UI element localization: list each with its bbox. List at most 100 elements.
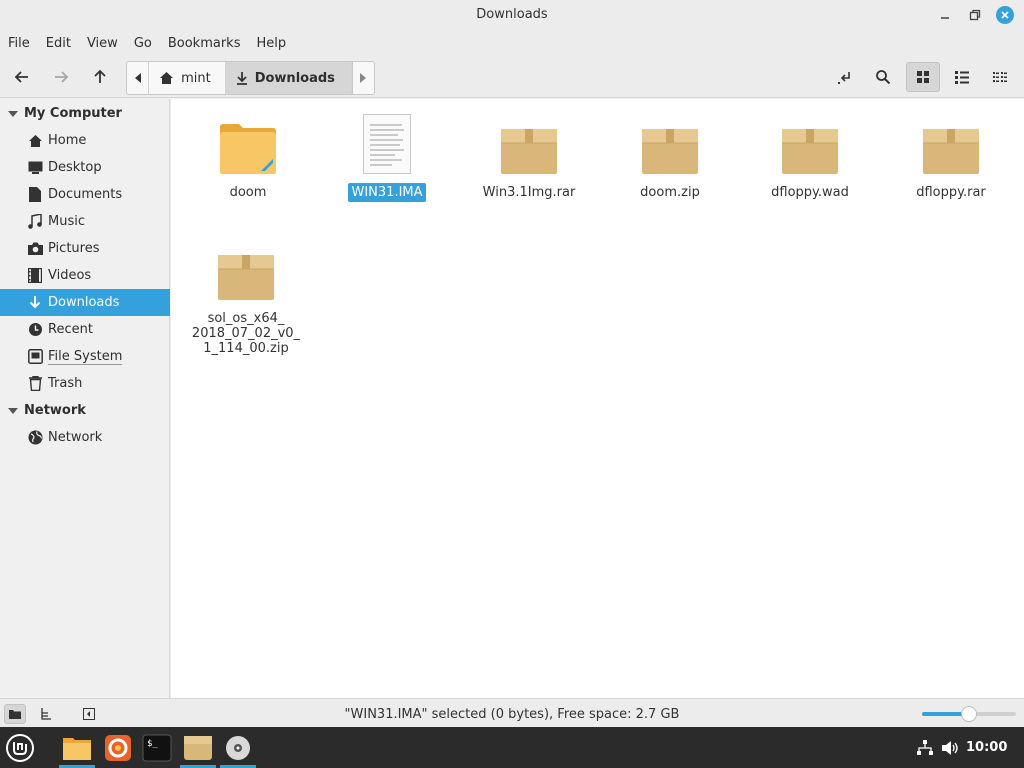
file-item-doom[interactable]: doom xyxy=(183,109,313,202)
close-button[interactable] xyxy=(996,6,1014,24)
sidebar-item-pictures[interactable]: Pictures xyxy=(0,235,170,262)
up-button[interactable] xyxy=(85,62,115,92)
forward-button[interactable] xyxy=(46,62,76,92)
file-item-win31-ima[interactable]: WIN31.IMA xyxy=(322,109,452,202)
archive-box-icon xyxy=(775,109,845,175)
expander-icon xyxy=(8,407,18,414)
menu-file[interactable]: File xyxy=(8,36,30,51)
sidebar-item-documents[interactable]: Documents xyxy=(0,181,170,208)
svg-text:$_: $_ xyxy=(147,739,158,749)
music-icon xyxy=(28,214,42,229)
speaker-icon xyxy=(942,741,958,755)
close-icon xyxy=(1001,11,1009,19)
compact-list-icon xyxy=(993,72,1007,82)
archive-box-icon xyxy=(916,109,986,175)
sidebar-item-label: Home xyxy=(48,133,87,148)
sidebar-item-label: Desktop xyxy=(48,160,102,175)
home-icon xyxy=(160,72,174,84)
sidebar-item-label: Pictures xyxy=(48,241,100,256)
mint-menu-button[interactable] xyxy=(2,731,38,764)
compact-view-button[interactable] xyxy=(985,62,1015,92)
section-label: My Computer xyxy=(24,106,122,121)
zoom-slider[interactable] xyxy=(922,706,1016,722)
sidebar-item-label: Trash xyxy=(48,376,83,391)
folder-icon xyxy=(63,737,91,760)
triangle-right-icon xyxy=(360,73,367,83)
taskbar: $_ 10:00 xyxy=(0,727,1024,768)
download-icon xyxy=(29,296,41,309)
file-label: dfloppy.rar xyxy=(916,185,986,200)
sidebar-item-videos[interactable]: Videos xyxy=(0,262,170,289)
expander-icon xyxy=(8,110,18,117)
network-wired-icon xyxy=(917,740,933,755)
sidebar-item-desktop[interactable]: Desktop xyxy=(0,154,170,181)
download-icon xyxy=(236,72,247,85)
sidebar-item-label: Recent xyxy=(48,322,93,337)
trash-icon xyxy=(28,376,42,391)
search-button[interactable] xyxy=(868,62,898,92)
sidebar-item-label: Documents xyxy=(48,187,123,202)
list-view-button[interactable] xyxy=(947,62,977,92)
file-label: WIN31.IMA xyxy=(348,183,426,202)
search-icon xyxy=(876,70,891,85)
file-view[interactable]: doom WIN31.IMA Win3.1Img.rar doom.zip df… xyxy=(171,99,1024,698)
sidebar-section-network[interactable]: Network xyxy=(0,397,170,424)
breadcrumb-label: mint xyxy=(181,70,211,86)
taskbar-firefox-button[interactable] xyxy=(100,731,136,764)
file-item-sol-os-zip[interactable]: sol_os_x64_ 2018_07_02_v0_ 1_114_00.zip xyxy=(181,235,311,358)
sidebar-item-label: Network xyxy=(48,430,103,445)
breadcrumb-label: Downloads xyxy=(254,70,335,86)
icon-view-button[interactable] xyxy=(906,62,940,92)
home-icon xyxy=(28,134,42,147)
sidebar-item-trash[interactable]: Trash xyxy=(0,370,170,397)
sidebar-item-recent[interactable]: Recent xyxy=(0,316,170,343)
arrow-right-icon xyxy=(55,71,69,83)
archive-box-icon xyxy=(494,109,564,175)
back-button[interactable] xyxy=(7,62,37,92)
triangle-left-icon xyxy=(134,73,141,83)
sidebar-item-downloads[interactable]: Downloads xyxy=(0,289,170,316)
title-bar: Downloads xyxy=(0,0,1024,30)
window-title: Downloads xyxy=(476,7,548,22)
menu-bookmarks[interactable]: Bookmarks xyxy=(168,36,241,51)
sidebar-item-file-system[interactable]: File System xyxy=(0,343,170,370)
menu-edit[interactable]: Edit xyxy=(46,36,71,51)
taskbar-files-button[interactable] xyxy=(59,731,95,768)
volume-tray-icon[interactable] xyxy=(941,739,959,757)
zoom-slider-handle[interactable] xyxy=(961,706,977,722)
film-icon xyxy=(28,268,42,283)
minimize-button[interactable] xyxy=(936,6,954,24)
archive-box-icon xyxy=(184,735,212,760)
status-message: "WIN31.IMA" selected (0 bytes), Free spa… xyxy=(344,707,680,722)
taskbar-disc-button[interactable] xyxy=(220,731,256,768)
section-label: Network xyxy=(24,403,86,418)
taskbar-archive-manager-button[interactable] xyxy=(180,731,216,768)
sidebar-section-my-computer[interactable]: My Computer xyxy=(0,100,170,127)
file-label: doom xyxy=(229,185,267,200)
file-item-dfloppy-wad[interactable]: dfloppy.wad xyxy=(745,109,875,202)
sidebar-item-label: Downloads xyxy=(48,295,120,310)
file-item-doom-zip[interactable]: doom.zip xyxy=(605,109,735,202)
toggle-location-button[interactable] xyxy=(830,62,860,92)
sidebar-item-home[interactable]: Home xyxy=(0,127,170,154)
minimize-icon xyxy=(941,17,949,19)
menu-go[interactable]: Go xyxy=(134,36,152,51)
sidebar-item-music[interactable]: Music xyxy=(0,208,170,235)
toolbar: mint Downloads xyxy=(0,56,1024,98)
file-item-dfloppy-rar[interactable]: dfloppy.rar xyxy=(886,109,1016,202)
path-scroll-left-button[interactable] xyxy=(127,62,150,94)
network-tray-icon[interactable] xyxy=(916,739,934,757)
sidebar-item-network[interactable]: Network xyxy=(0,424,170,451)
sidebar-item-label: File System xyxy=(48,348,123,365)
file-item-win3-1img-rar[interactable]: Win3.1Img.rar xyxy=(464,109,594,202)
taskbar-terminal-button[interactable]: $_ xyxy=(139,731,175,764)
clock[interactable]: 10:00 xyxy=(966,740,1007,755)
menu-view[interactable]: View xyxy=(87,36,118,51)
breadcrumb-downloads[interactable]: Downloads xyxy=(225,62,352,94)
breadcrumb-mint[interactable]: mint xyxy=(149,62,226,94)
menu-help[interactable]: Help xyxy=(256,36,286,51)
restore-icon xyxy=(969,9,981,21)
path-scroll-right-button[interactable] xyxy=(351,62,374,94)
maximize-button[interactable] xyxy=(966,6,984,24)
sidebar-item-label: Music xyxy=(48,214,85,229)
